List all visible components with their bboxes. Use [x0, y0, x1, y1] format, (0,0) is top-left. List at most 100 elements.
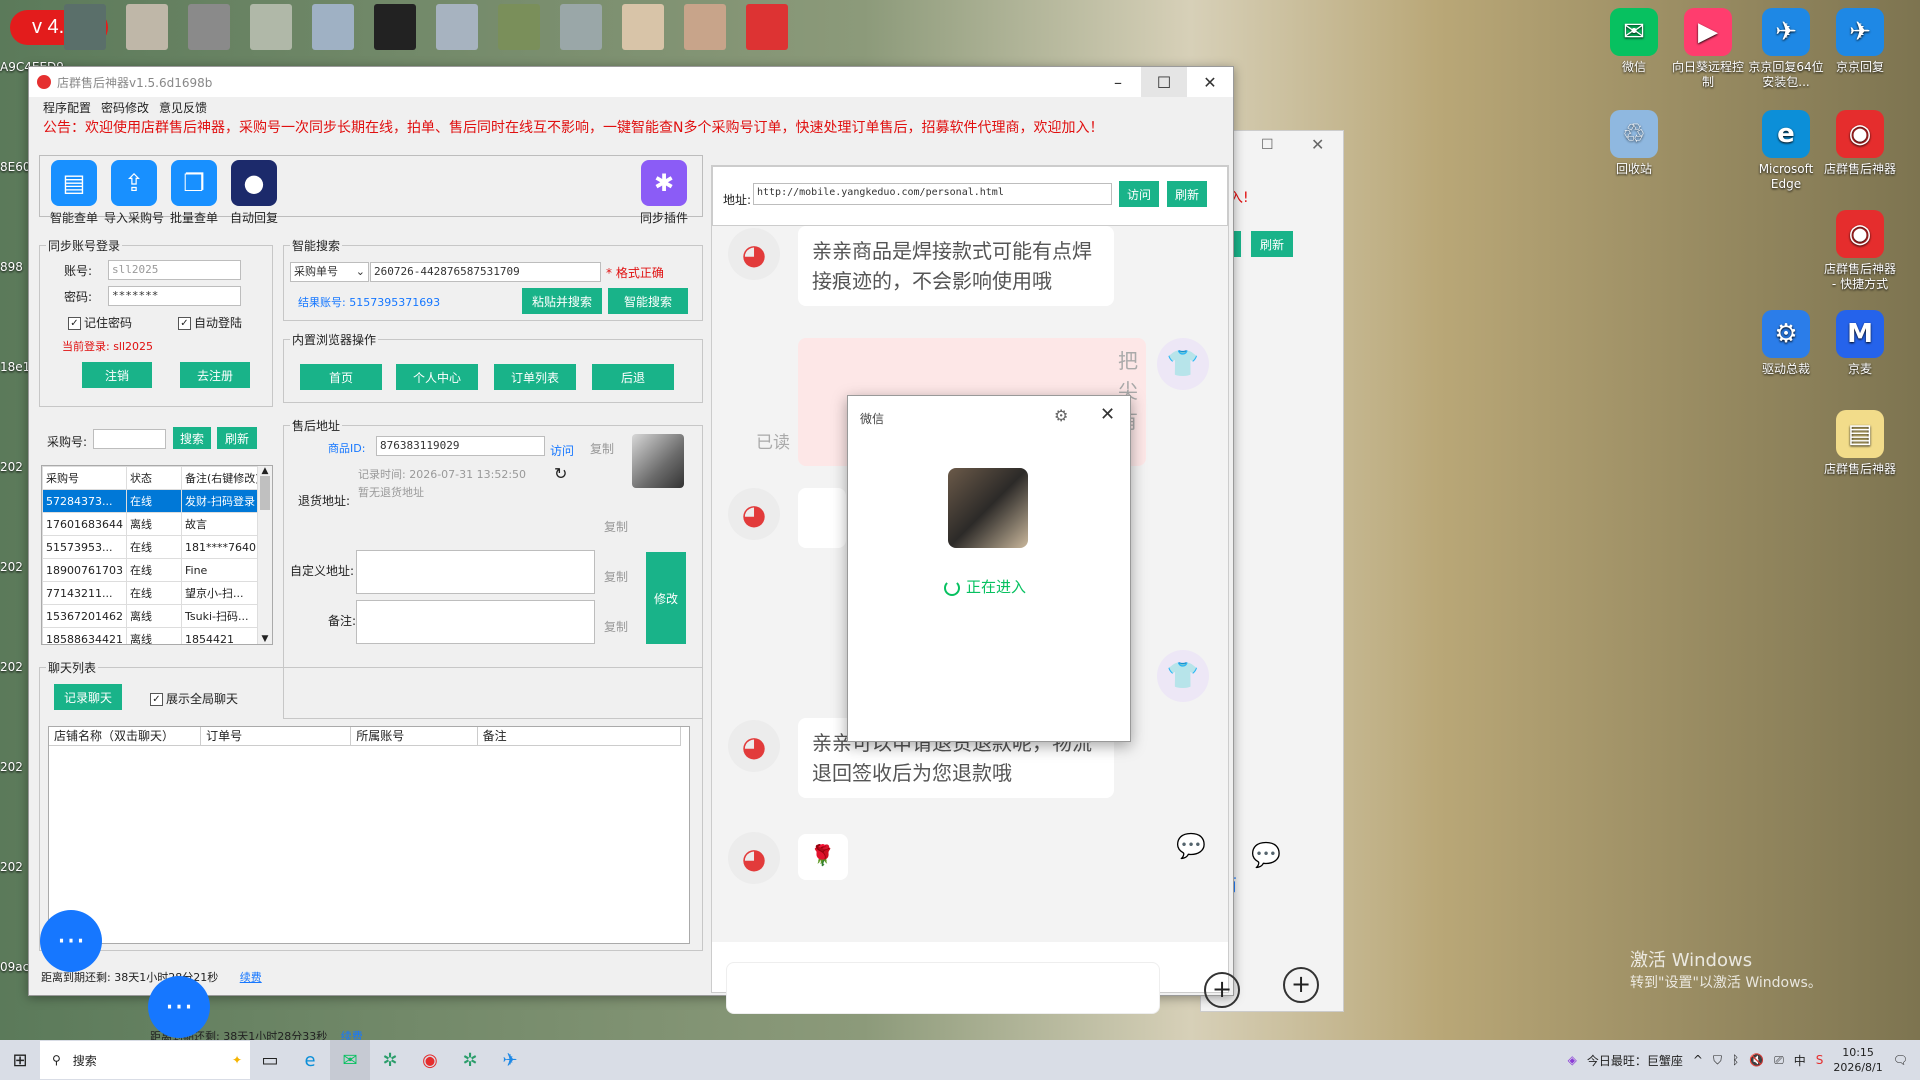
table-row[interactable]: 15367201462 离线 Tsuki-扫码... — [42, 604, 272, 628]
ime-indicator[interactable]: 中 — [1794, 1052, 1806, 1069]
desktop-file-thumbnail[interactable] — [746, 4, 788, 50]
desktop-icon[interactable]: ✉ 微信 — [1594, 8, 1674, 75]
weather-text[interactable]: 今日最旺：巨蟹座 — [1587, 1052, 1683, 1069]
sync-plugin-button[interactable]: ✱ 同步插件 — [634, 160, 694, 226]
desktop-icon[interactable]: ▤ 店群售后神器 — [1820, 410, 1900, 477]
maximize-button[interactable]: ☐ — [1141, 67, 1187, 97]
desktop-file-thumbnail[interactable] — [312, 4, 354, 50]
auto-login-checkbox[interactable]: ✓ 自动登陆 — [178, 314, 242, 331]
app-star-icon[interactable]: ✲ — [370, 1040, 410, 1080]
home-button[interactable]: 首页 — [300, 364, 382, 390]
toolbar-button[interactable]: ● 自动回复 — [224, 160, 284, 226]
desktop-file-thumbnail[interactable] — [126, 4, 168, 50]
notification-icon[interactable]: 🗨 — [1893, 1053, 1908, 1067]
smart-search-button[interactable]: 智能搜索 — [608, 288, 688, 314]
custom-address-input[interactable] — [356, 550, 595, 594]
desktop-icon[interactable]: ▶ 向日葵远程控制 — [1668, 8, 1748, 90]
desktop-icon[interactable]: ◉ 店群售后神器 - 快捷方式 — [1820, 210, 1900, 292]
back-refresh-button[interactable]: 刷新 — [1251, 231, 1293, 257]
menu-password[interactable]: 密码修改 — [101, 99, 149, 116]
copy-note[interactable]: 复制 — [604, 618, 628, 635]
password-input[interactable]: ******* — [108, 286, 241, 306]
toolbar-button[interactable]: ⇪ 导入采购号 — [104, 160, 164, 226]
close-icon[interactable]: ✕ — [1100, 404, 1115, 425]
account-input[interactable]: sll2025 — [108, 260, 241, 280]
back-button[interactable]: 后退 — [592, 364, 674, 390]
add-icon[interactable]: + — [1283, 967, 1319, 1003]
close-button[interactable]: ✕ — [1187, 67, 1233, 97]
accounts-scrollbar[interactable]: ▲ ▼ — [257, 466, 272, 644]
paste-search-button[interactable]: 粘贴并搜索 — [522, 288, 602, 314]
renew-link[interactable]: 续费 — [240, 971, 262, 984]
table-row[interactable]: 77143211... 在线 望京小-扫... — [42, 581, 272, 605]
modify-button[interactable]: 修改 — [646, 552, 686, 644]
desktop-file-thumbnail[interactable] — [622, 4, 664, 50]
chat-fab-icon[interactable]: ··· — [40, 910, 102, 972]
purchase-search-button[interactable]: 搜索 — [173, 427, 211, 449]
record-chat-button[interactable]: 记录聊天 — [54, 684, 122, 710]
desktop-file-thumbnail[interactable] — [498, 4, 540, 50]
menu-program-config[interactable]: 程序配置 — [43, 99, 91, 116]
desktop-file-thumbnail[interactable] — [560, 4, 602, 50]
chat-bubble-icon[interactable]: 💬 — [1251, 841, 1281, 869]
copy-product-id[interactable]: 复制 — [590, 440, 614, 457]
desktop-icon[interactable]: ✈ 京京回复 — [1820, 8, 1900, 75]
order-number-input[interactable]: 260726-442876587531709 — [370, 262, 601, 282]
purchase-input[interactable] — [93, 429, 166, 449]
menu-feedback[interactable]: 意见反馈 — [159, 99, 207, 116]
personal-center-button[interactable]: 个人中心 — [396, 364, 478, 390]
desktop-file-thumbnail[interactable] — [188, 4, 230, 50]
show-all-chat-checkbox[interactable]: ✓ 展示全局聊天 — [150, 690, 238, 707]
minimize-button[interactable]: – — [1095, 67, 1141, 97]
desktop-file-thumbnail[interactable] — [684, 4, 726, 50]
product-id-input[interactable]: 876383119029 — [376, 436, 545, 456]
purchase-refresh-button[interactable]: 刷新 — [217, 427, 257, 449]
order-list-button[interactable]: 订单列表 — [494, 364, 576, 390]
toolbar-button[interactable]: ▤ 智能查单 — [44, 160, 104, 226]
table-row[interactable]: 18588634421 离线 1854421 — [42, 627, 272, 644]
desktop-icon[interactable]: ✈ 京京回复64位安装包... — [1746, 8, 1826, 90]
remember-password-checkbox[interactable]: ✓ 记住密码 — [68, 314, 132, 331]
desktop-icon[interactable]: M 京麦 — [1820, 310, 1900, 377]
settings-icon[interactable]: ⚙ — [1054, 406, 1068, 425]
desktop-icon[interactable]: ◉ 店群售后神器 — [1820, 110, 1900, 177]
table-row[interactable]: 51573953... 在线 181****7640 — [42, 535, 272, 559]
note-input[interactable] — [356, 600, 595, 644]
url-input[interactable]: http://mobile.yangkeduo.com/personal.htm… — [753, 183, 1112, 205]
aftersale-app-icon[interactable]: ◉ — [410, 1040, 450, 1080]
add-icon[interactable]: + — [1204, 972, 1240, 1008]
search-type-select[interactable]: 采购单号 ⌄ — [290, 262, 369, 282]
desktop-file-thumbnail[interactable] — [374, 4, 416, 50]
taskbar-search[interactable]: ⚲ 搜索 ✦ — [40, 1041, 250, 1079]
desktop-icon[interactable]: ♲ 回收站 — [1594, 110, 1674, 177]
refresh-icon[interactable]: ↻ — [554, 464, 567, 483]
table-row[interactable]: 18900761703 在线 Fine — [42, 558, 272, 582]
desktop-icon[interactable]: ⚙ 驱动总裁 — [1746, 310, 1826, 377]
desktop-icon[interactable]: e Microsoft Edge — [1746, 110, 1826, 192]
register-button[interactable]: 去注册 — [180, 362, 250, 388]
wechat-icon[interactable]: ✉ — [330, 1040, 370, 1080]
desktop-file-thumbnail[interactable] — [250, 4, 292, 50]
chat-bubble-icon[interactable]: 💬 — [1176, 832, 1206, 860]
logout-button[interactable]: 注销 — [82, 362, 152, 388]
toolbar-button[interactable]: ❐ 批量查单 — [164, 160, 224, 226]
app-star-icon[interactable]: ✲ — [450, 1040, 490, 1080]
jingjing-reply-icon[interactable]: ✈ — [490, 1040, 530, 1080]
product-visit-link[interactable]: 访问 — [550, 442, 574, 459]
task-view-icon[interactable]: ▭ — [250, 1040, 290, 1080]
chat-input[interactable] — [726, 962, 1160, 1014]
desktop-file-thumbnail[interactable] — [436, 4, 478, 50]
url-refresh-button[interactable]: 刷新 — [1167, 181, 1207, 207]
copy-return-address[interactable]: 复制 — [604, 518, 628, 535]
chat-fab-icon[interactable]: ··· — [148, 976, 210, 1038]
restore-icon[interactable]: ☐ — [1261, 137, 1274, 153]
table-row[interactable]: 17601683644 离线 故言 — [42, 512, 272, 536]
url-visit-button[interactable]: 访问 — [1119, 181, 1159, 207]
clock[interactable]: 10:15 2026/8/1 — [1833, 1045, 1882, 1075]
edge-icon[interactable]: e — [290, 1040, 330, 1080]
table-row[interactable]: 57284373... 在线 发财-扫码登录 — [42, 489, 272, 513]
desktop-file-thumbnail[interactable] — [64, 4, 106, 50]
windows-start-icon[interactable]: ⊞ — [0, 1040, 40, 1080]
close-icon[interactable]: ✕ — [1311, 135, 1324, 154]
copy-custom-address[interactable]: 复制 — [604, 568, 628, 585]
